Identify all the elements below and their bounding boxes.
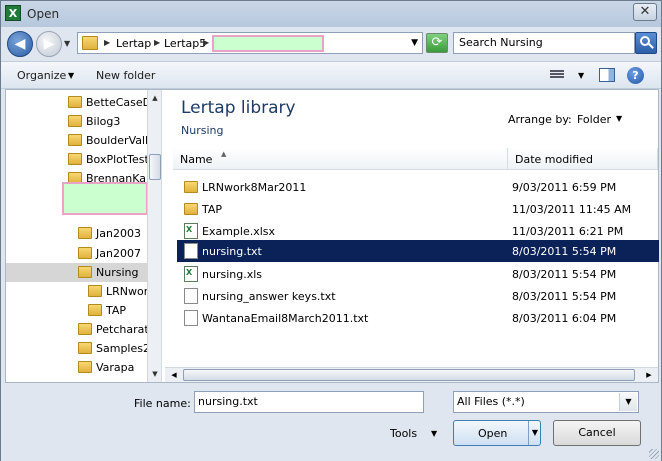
navigation-tree: BetteCaseDi Bilog3 BoulderValle BoxPlotT… [6, 90, 162, 382]
new-folder-button[interactable]: New folder [96, 69, 155, 82]
file-type-select[interactable]: All Files (*.*) ▼ [453, 391, 639, 413]
text-file-icon [184, 288, 198, 304]
file-row-selected[interactable]: nursing.txt 8/03/2011 5:54 PM [177, 240, 659, 262]
address-dropdown-icon[interactable]: ▼ [411, 38, 418, 48]
tools-button[interactable]: Tools [390, 427, 417, 440]
folder-icon [88, 304, 102, 316]
tree-item[interactable]: TAP [80, 301, 148, 320]
file-row[interactable]: TAP 11/03/2011 11:45 AM [177, 198, 659, 220]
help-icon[interactable]: ? [627, 67, 644, 84]
cancel-button[interactable]: Cancel [553, 420, 641, 446]
preview-pane-icon[interactable] [599, 68, 615, 82]
breadcrumb-arrow-icon[interactable]: ▶ [203, 38, 209, 47]
folder-icon [78, 342, 92, 354]
excel-icon: X [5, 5, 21, 21]
file-type-dropdown-icon[interactable]: ▼ [619, 393, 637, 411]
tree-item[interactable]: Varapa [70, 358, 148, 377]
title-bar[interactable]: X Open ✕ [1, 1, 661, 27]
breadcrumb-lertap[interactable]: Lertap [116, 37, 151, 50]
file-list-pane: Lertap library Nursing Arrange by: Folde… [165, 90, 659, 382]
browser-area: BetteCaseDi Bilog3 BoulderValle BoxPlotT… [5, 89, 659, 383]
tree-item[interactable]: LRNwork [80, 282, 148, 301]
window-title: Open [27, 7, 60, 21]
text-file-icon [184, 243, 198, 259]
open-options-dropdown-icon[interactable]: ▼ [528, 421, 541, 445]
breadcrumb-arrow-icon[interactable]: ▶ [154, 38, 160, 47]
file-name-label: File name: [134, 397, 191, 410]
open-dialog: X Open ✕ ◀ ▶ ▼ ▶ Lertap ▶ Lertap5 ▶ ▼ ⟳ … [0, 0, 662, 461]
folder-icon [88, 285, 102, 297]
file-row[interactable]: Example.xlsx 11/03/2011 6:21 PM [177, 220, 659, 242]
scroll-up-icon[interactable]: ▲ [148, 91, 161, 105]
sort-ascending-icon: ▲ [221, 150, 227, 158]
refresh-button[interactable]: ⟳ [426, 33, 448, 53]
resize-grip-icon[interactable] [649, 449, 659, 459]
folder-icon [82, 36, 98, 50]
folder-icon [68, 153, 82, 165]
column-header-date-modified[interactable]: Date modified [508, 148, 658, 170]
close-button[interactable]: ✕ [633, 3, 657, 21]
recent-pages-chevron-icon[interactable]: ▼ [64, 39, 70, 48]
back-button[interactable]: ◀ [7, 31, 33, 57]
folder-icon [78, 361, 92, 373]
excel-file-icon [184, 223, 198, 239]
scroll-down-icon[interactable]: ▼ [148, 367, 161, 381]
scroll-left-icon[interactable]: ◀ [167, 368, 181, 382]
breadcrumb-lertap5[interactable]: Lertap5 [164, 37, 206, 50]
scrollbar-thumb[interactable] [149, 154, 161, 180]
navigation-bar: ◀ ▶ ▼ ▶ Lertap ▶ Lertap5 ▶ ▼ ⟳ Search Nu… [1, 27, 661, 59]
views-icon[interactable] [550, 70, 564, 81]
folder-icon [78, 266, 92, 278]
library-subtitle: Nursing [181, 124, 224, 137]
tree-scrollbar[interactable]: ▲ ▼ [147, 90, 161, 382]
file-row[interactable]: nursing.xls 8/03/2011 5:54 PM [177, 263, 659, 285]
organize-button[interactable]: Organize [17, 69, 66, 82]
arrange-dropdown-icon[interactable]: ▼ [616, 114, 622, 123]
dialog-footer: File name: nursing.txt ▼ All Files (*.*)… [1, 385, 661, 461]
file-row[interactable]: LRNwork8Mar2011 9/03/2011 6:59 PM [177, 176, 659, 198]
folder-icon [78, 247, 92, 259]
tree-item-selected[interactable]: Nursing [6, 263, 148, 282]
organize-dropdown-icon[interactable]: ▼ [68, 71, 74, 80]
tree-item[interactable]: Petcharat [70, 320, 148, 339]
redacted-area [212, 35, 324, 52]
forward-button[interactable]: ▶ [36, 31, 62, 57]
file-row[interactable]: nursing_answer keys.txt 8/03/2011 5:54 P… [177, 285, 659, 307]
folder-icon [68, 115, 82, 127]
folder-icon [68, 134, 82, 146]
folder-icon [184, 181, 198, 193]
views-dropdown-icon[interactable]: ▼ [578, 71, 584, 80]
file-name-input[interactable]: nursing.txt ▼ [194, 391, 617, 413]
library-title: Lertap library [181, 98, 296, 118]
column-header-name[interactable]: Name ▲ [173, 148, 508, 170]
folder-icon [78, 323, 92, 335]
scroll-right-icon[interactable]: ▶ [642, 368, 656, 382]
text-file-icon [184, 310, 198, 326]
arrange-by-label: Arrange by: [508, 113, 572, 126]
breadcrumb-arrow-icon[interactable]: ▶ [104, 38, 110, 47]
open-button[interactable]: Open ▼ [453, 420, 541, 446]
command-toolbar: Organize ▼ New folder ▼ ? [1, 61, 661, 89]
search-button[interactable] [635, 32, 657, 54]
redacted-area [62, 182, 148, 215]
arrange-by-dropdown[interactable]: Folder [577, 113, 611, 126]
address-bar[interactable]: ▶ Lertap ▶ Lertap5 ▶ ▼ [77, 32, 423, 54]
scrollbar-thumb[interactable] [183, 369, 635, 381]
file-list-scrollbar[interactable]: ◀ ▶ [165, 367, 658, 382]
folder-icon [184, 203, 198, 215]
file-row[interactable]: WantanaEmail8March2011.txt 8/03/2011 6:0… [177, 307, 659, 329]
search-input[interactable]: Search Nursing [453, 32, 635, 54]
excel-file-icon [184, 266, 198, 282]
folder-icon [78, 227, 92, 239]
tools-dropdown-icon[interactable]: ▼ [431, 429, 437, 438]
folder-icon [68, 96, 82, 108]
tree-item[interactable]: Samples20 [70, 339, 148, 358]
